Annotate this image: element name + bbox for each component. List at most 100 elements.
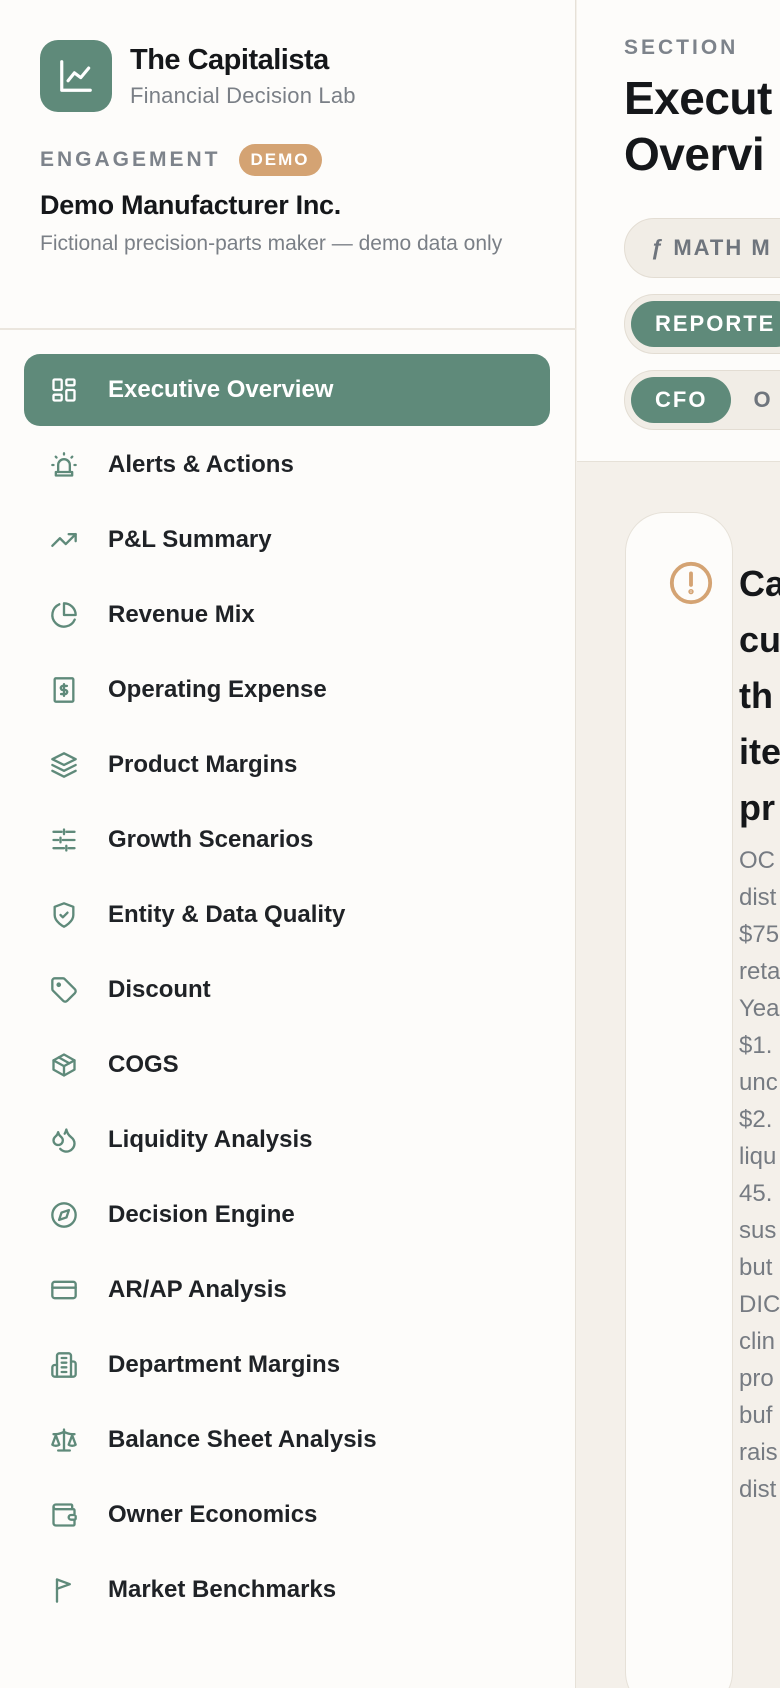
brand: The Capitalista Financial Decision Lab bbox=[40, 40, 356, 112]
droplets-icon bbox=[48, 1124, 80, 1156]
sidebar-nav: Executive Overview Alerts & Actions P&L … bbox=[24, 354, 550, 1629]
sidebar-item-label: Entity & Data Quality bbox=[108, 901, 346, 928]
cfo-option[interactable]: CFO bbox=[631, 377, 732, 423]
next-role-option[interactable]: O bbox=[753, 387, 772, 413]
scale-icon bbox=[48, 1424, 80, 1456]
body-line: dist bbox=[739, 1476, 777, 1503]
body-line: Yea bbox=[739, 995, 780, 1022]
role-toggle[interactable]: CFO O bbox=[624, 370, 780, 430]
reported-option[interactable]: REPORTE bbox=[631, 301, 780, 347]
title-line: cu bbox=[739, 619, 780, 660]
reported-toggle[interactable]: REPORTE bbox=[624, 294, 780, 354]
math-mode-label: ƒ MATH M bbox=[651, 235, 772, 260]
engagement-name: Demo Manufacturer Inc. bbox=[40, 190, 341, 220]
trending-up-icon bbox=[48, 524, 80, 556]
sidebar-item-label: COGS bbox=[108, 1051, 179, 1078]
engagement-description: Fictional precision-parts maker — demo d… bbox=[40, 232, 503, 255]
sidebar-item-alerts-actions[interactable]: Alerts & Actions bbox=[24, 429, 550, 501]
engagement-label: ENGAGEMENT bbox=[40, 148, 221, 171]
sidebar-item-label: Product Margins bbox=[108, 751, 298, 778]
body-line: 45. bbox=[739, 1180, 773, 1207]
sidebar-item-revenue-mix[interactable]: Revenue Mix bbox=[24, 579, 550, 651]
sidebar-item-pl-summary[interactable]: P&L Summary bbox=[24, 504, 550, 576]
sidebar-item-label: Growth Scenarios bbox=[108, 826, 314, 853]
section-label: SECTION bbox=[624, 36, 739, 59]
title-line: Ca bbox=[739, 563, 780, 604]
page-title-line: Execut bbox=[624, 72, 772, 124]
math-mode-toggle[interactable]: ƒ MATH M bbox=[624, 218, 780, 278]
sidebar: The Capitalista Financial Decision Lab E… bbox=[0, 0, 576, 1688]
body-line: but bbox=[739, 1254, 773, 1281]
sidebar-item-label: Executive Overview bbox=[108, 376, 334, 403]
sidebar-item-ar-ap-analysis[interactable]: AR/AP Analysis bbox=[24, 1254, 550, 1326]
body-line: buf bbox=[739, 1402, 773, 1429]
compass-icon bbox=[48, 1199, 80, 1231]
sidebar-item-balance-sheet-analysis[interactable]: Balance Sheet Analysis bbox=[24, 1404, 550, 1476]
alert-card-title: Ca cu th ite pr bbox=[739, 556, 780, 836]
sidebar-item-label: Department Margins bbox=[108, 1351, 341, 1378]
sidebar-item-label: Balance Sheet Analysis bbox=[108, 1426, 377, 1453]
flag-icon bbox=[48, 1574, 80, 1606]
pie-chart-icon bbox=[48, 599, 80, 631]
sidebar-item-label: AR/AP Analysis bbox=[108, 1276, 287, 1303]
body-line: $2. bbox=[739, 1106, 773, 1133]
sidebar-item-cogs[interactable]: COGS bbox=[24, 1029, 550, 1101]
brand-title: The Capitalista bbox=[130, 43, 329, 76]
body-line: dist bbox=[739, 884, 777, 911]
sidebar-item-label: Owner Economics bbox=[108, 1501, 318, 1528]
body-line: DIC bbox=[739, 1291, 780, 1318]
body-line: OC bbox=[739, 847, 775, 874]
main-header: SECTION Execut Overvi ƒ MATH M REPORTE C… bbox=[577, 0, 780, 462]
tag-icon bbox=[48, 974, 80, 1006]
sidebar-item-operating-expense[interactable]: Operating Expense bbox=[24, 654, 550, 726]
chart-line-icon bbox=[40, 40, 112, 112]
alert-circle-icon bbox=[668, 560, 714, 611]
sidebar-item-liquidity-analysis[interactable]: Liquidity Analysis bbox=[24, 1104, 550, 1176]
sidebar-divider bbox=[0, 328, 576, 330]
sliders-icon bbox=[48, 824, 80, 856]
body-line: liqu bbox=[739, 1143, 777, 1170]
package-icon bbox=[48, 1049, 80, 1081]
building-icon bbox=[48, 1349, 80, 1381]
sidebar-item-label: Alerts & Actions bbox=[108, 451, 294, 478]
sidebar-item-label: Liquidity Analysis bbox=[108, 1126, 313, 1153]
shield-check-icon bbox=[48, 899, 80, 931]
sidebar-item-product-margins[interactable]: Product Margins bbox=[24, 729, 550, 801]
title-line: ite bbox=[739, 731, 780, 772]
sidebar-item-growth-scenarios[interactable]: Growth Scenarios bbox=[24, 804, 550, 876]
engagement-panel: ENGAGEMENT DEMO Demo Manufacturer Inc. F… bbox=[40, 144, 535, 261]
sidebar-item-department-margins[interactable]: Department Margins bbox=[24, 1329, 550, 1401]
sidebar-item-owner-economics[interactable]: Owner Economics bbox=[24, 1479, 550, 1551]
sidebar-item-label: Revenue Mix bbox=[108, 601, 255, 628]
layers-icon bbox=[48, 749, 80, 781]
body-line: pro bbox=[739, 1365, 774, 1392]
alert-card-body: OC dist $75 reta Yea $1. unc $2. liqu 45… bbox=[739, 842, 780, 1508]
sidebar-item-label: Decision Engine bbox=[108, 1201, 295, 1228]
body-line: $1. bbox=[739, 1032, 773, 1059]
sidebar-item-label: P&L Summary bbox=[108, 526, 272, 553]
body-line: $75 bbox=[739, 921, 780, 948]
sidebar-item-executive-overview[interactable]: Executive Overview bbox=[24, 354, 550, 426]
body-line: reta bbox=[739, 958, 780, 985]
sidebar-item-label: Operating Expense bbox=[108, 676, 327, 703]
sidebar-item-label: Market Benchmarks bbox=[108, 1576, 337, 1603]
siren-icon bbox=[48, 449, 80, 481]
alert-card bbox=[625, 512, 733, 1688]
body-line: rais bbox=[739, 1439, 778, 1466]
sidebar-item-market-benchmarks[interactable]: Market Benchmarks bbox=[24, 1554, 550, 1626]
body-line: clin bbox=[739, 1328, 776, 1355]
wallet-icon bbox=[48, 1499, 80, 1531]
sidebar-item-entity-data-quality[interactable]: Entity & Data Quality bbox=[24, 879, 550, 951]
sidebar-item-decision-engine[interactable]: Decision Engine bbox=[24, 1179, 550, 1251]
alert-card-content: Ca cu th ite pr OC dist $75 reta Yea $1.… bbox=[739, 556, 780, 1688]
brand-subtitle: Financial Decision Lab bbox=[130, 82, 356, 108]
sidebar-item-discount[interactable]: Discount bbox=[24, 954, 550, 1026]
title-line: th bbox=[739, 675, 773, 716]
demo-badge: DEMO bbox=[238, 144, 322, 176]
body-line: sus bbox=[739, 1217, 777, 1244]
sidebar-item-label: Discount bbox=[108, 976, 211, 1003]
page-title: Execut Overvi bbox=[624, 70, 772, 182]
layout-grid-icon bbox=[48, 374, 80, 406]
credit-card-icon bbox=[48, 1274, 80, 1306]
receipt-dollar-icon bbox=[48, 674, 80, 706]
